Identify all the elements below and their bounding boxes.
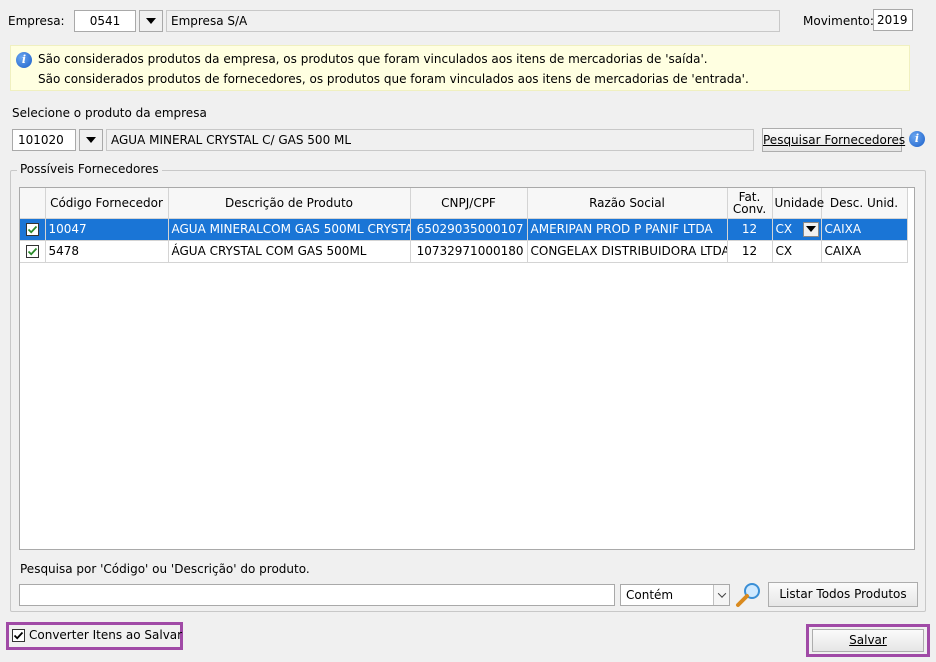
info-line-1: São considerados produtos da empresa, os… <box>38 52 708 66</box>
info-line-2: São considerados produtos de fornecedore… <box>38 72 749 86</box>
info-box: i São considerados produtos da empresa, … <box>10 45 910 91</box>
header-cnpj[interactable]: CNPJ/CPF <box>410 188 528 219</box>
header-desc-unid[interactable]: Desc. Unid. <box>821 188 908 219</box>
movimento-label: Movimento: <box>803 14 874 28</box>
checkbox-checked-icon[interactable] <box>25 223 39 236</box>
grid-header-row: Código Fornecedor Descrição de Produto C… <box>20 188 908 219</box>
cell-razao: AMERIPAN PROD P PANIF LTDA <box>527 218 728 241</box>
listar-todos-produtos-button[interactable]: Listar Todos Produtos <box>768 582 918 607</box>
cell-cnpj: 65029035000107 <box>410 218 528 241</box>
table-row[interactable]: 5478 ÁGUA CRYSTAL COM GAS 500ML 10732971… <box>20 240 908 263</box>
unidade-value: CX <box>775 222 793 236</box>
movimento-field[interactable]: 2019 <box>873 9 913 31</box>
cell-codigo: 5478 <box>45 240 169 263</box>
dropdown-arrow-icon <box>805 226 816 232</box>
produto-description-field: AGUA MINERAL CRYSTAL C/ GAS 500 ML <box>106 129 754 151</box>
pesquisar-fornecedores-button[interactable]: Pesquisar Fornecedores <box>762 128 905 152</box>
empresa-code-field[interactable]: 0541 <box>74 10 136 32</box>
header-select[interactable] <box>20 188 46 219</box>
empresa-name-field: Empresa S/A <box>166 10 780 32</box>
cell-descricao: ÁGUA CRYSTAL COM GAS 500ML <box>168 240 411 263</box>
group-title: Possíveis Fornecedores <box>17 162 162 176</box>
cell-desc-unid: CAIXA <box>821 240 908 263</box>
cell-desc-unid: CAIXA <box>821 218 908 241</box>
produto-dropdown-button[interactable] <box>79 129 103 151</box>
chevron-down-icon[interactable] <box>713 585 729 605</box>
save-button[interactable]: Salvar <box>812 629 924 652</box>
checkbox-checked-icon[interactable] <box>12 628 25 642</box>
search-magnifier-icon[interactable] <box>733 581 763 609</box>
search-mode-value: Contém <box>626 588 674 602</box>
table-row[interactable]: 10047 AGUA MINERALCOM GAS 500ML CRYSTAL … <box>20 218 908 241</box>
cell-fat: 12 <box>727 218 773 241</box>
header-descricao[interactable]: Descrição de Produto <box>168 188 411 219</box>
produto-label: Selecione o produto da empresa <box>12 106 207 120</box>
unidade-dropdown-button[interactable] <box>802 221 819 237</box>
cell-unidade[interactable]: CX <box>772 240 822 263</box>
cell-descricao: AGUA MINERALCOM GAS 500ML CRYSTAL <box>168 218 411 241</box>
info-icon: i <box>16 52 32 68</box>
dropdown-arrow-icon <box>86 137 96 143</box>
cell-codigo: 10047 <box>45 218 169 241</box>
row-checkbox-cell[interactable] <box>20 218 46 241</box>
convert-items-checkbox[interactable]: Converter Itens ao Salvar <box>12 628 182 642</box>
fornecedores-grid[interactable]: Código Fornecedor Descrição de Produto C… <box>19 187 915 550</box>
dropdown-arrow-icon <box>146 18 156 24</box>
search-label: Pesquisa por 'Código' ou 'Descrição' do … <box>20 562 310 576</box>
info-icon[interactable]: i <box>909 131 925 147</box>
search-input[interactable] <box>19 584 615 606</box>
header-fat[interactable]: Fat. Conv. <box>727 188 773 219</box>
checkbox-checked-icon[interactable] <box>25 245 39 258</box>
cell-fat: 12 <box>727 240 773 263</box>
convert-items-label: Converter Itens ao Salvar <box>29 628 183 642</box>
cell-unidade[interactable]: CX <box>772 218 822 241</box>
produto-code-field[interactable]: 101020 <box>12 129 76 151</box>
search-mode-select[interactable]: Contém <box>620 584 730 606</box>
empresa-label: Empresa: <box>8 14 65 28</box>
row-checkbox-cell[interactable] <box>20 240 46 263</box>
cell-razao: CONGELAX DISTRIBUIDORA LTDA <box>527 240 728 263</box>
header-razao[interactable]: Razão Social <box>527 188 728 219</box>
empresa-dropdown-button[interactable] <box>139 10 163 32</box>
header-unidade[interactable]: Unidade <box>772 188 824 219</box>
header-codigo[interactable]: Código Fornecedor <box>45 188 169 219</box>
cell-cnpj: 10732971000180 <box>410 240 528 263</box>
